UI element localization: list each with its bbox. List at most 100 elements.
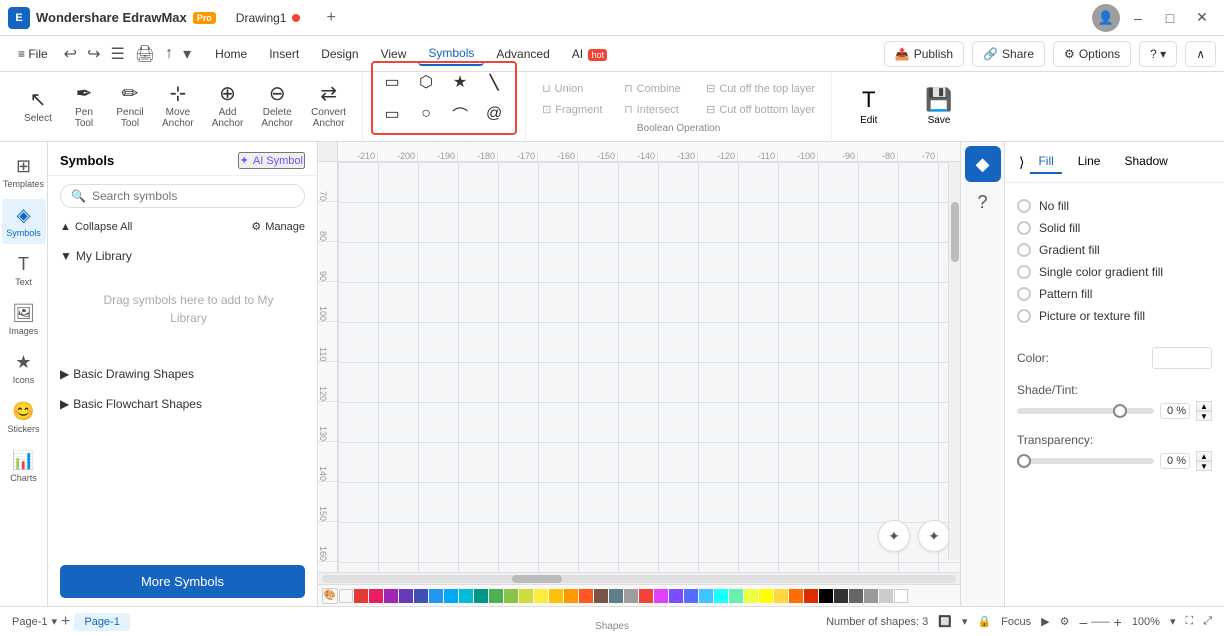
color-swatch[interactable] (414, 589, 428, 603)
file-tab[interactable]: Drawing1 (224, 7, 313, 29)
collapse-panel-button[interactable]: ⟩ (1017, 152, 1026, 173)
fill-single-gradient[interactable]: Single color gradient fill (1017, 261, 1212, 283)
color-swatch[interactable] (429, 589, 443, 603)
basic-drawing-shapes-title[interactable]: ▶ Basic Drawing Shapes (60, 363, 305, 385)
color-swatch[interactable] (804, 589, 818, 603)
collapse-all-button[interactable]: ▲ Collapse All (60, 221, 132, 233)
transparency-decrement[interactable]: ▼ (1196, 461, 1212, 471)
shade-slider-track[interactable] (1017, 408, 1154, 414)
shape-star-button[interactable]: ★ (445, 67, 475, 97)
more-symbols-button[interactable]: More Symbols (60, 565, 305, 598)
color-swatch[interactable] (759, 589, 773, 603)
add-anchor-button[interactable]: ⊕ AddAnchor (204, 80, 252, 133)
vertical-scrollbar[interactable] (948, 162, 960, 560)
color-picker-icon[interactable]: 🎨 (322, 588, 338, 604)
color-swatch[interactable] (789, 589, 803, 603)
fill-panel-button[interactable]: ◆ (965, 146, 1001, 182)
main-canvas[interactable]: ✦ ✦ (338, 162, 960, 572)
history-back-button[interactable]: ↩ (60, 42, 81, 66)
sidebar-item-stickers[interactable]: 😊 Stickers (2, 395, 46, 440)
shape-circle-button[interactable]: ○ (411, 99, 441, 129)
color-swatch[interactable] (384, 589, 398, 603)
transparency-increment[interactable]: ▲ (1196, 451, 1212, 461)
fill-solid[interactable]: Solid fill (1017, 217, 1212, 239)
symbols-search-box[interactable]: 🔍 (60, 184, 305, 208)
intersect-button[interactable]: ⊓ Intersect (616, 100, 696, 119)
new-tab-button[interactable]: + (320, 7, 341, 29)
user-avatar[interactable]: 👤 (1092, 4, 1120, 32)
home-menu[interactable]: Home (205, 43, 257, 65)
color-swatch[interactable] (609, 589, 623, 603)
color-swatch[interactable] (639, 589, 653, 603)
shape-hex-button[interactable]: ⬡ (411, 67, 441, 97)
color-swatch[interactable] (459, 589, 473, 603)
color-swatch[interactable] (819, 589, 833, 603)
color-swatch[interactable] (519, 589, 533, 603)
color-swatch-picker[interactable] (1152, 347, 1212, 369)
color-swatch[interactable] (669, 589, 683, 603)
color-swatch[interactable] (504, 589, 518, 603)
ai-symbol-button[interactable]: ✦ AI Symbol (238, 152, 305, 169)
sidebar-item-templates[interactable]: ⊞ Templates (2, 150, 46, 195)
edit-button[interactable]: T Edit (852, 83, 885, 130)
color-swatch[interactable] (549, 589, 563, 603)
color-swatch[interactable] (564, 589, 578, 603)
color-swatch[interactable] (369, 589, 383, 603)
color-swatch[interactable] (534, 589, 548, 603)
ai-menu[interactable]: AI hot (562, 43, 617, 65)
sidebar-item-text[interactable]: T Text (2, 248, 46, 293)
no-fill-color[interactable] (339, 589, 353, 603)
color-swatch[interactable] (894, 589, 908, 603)
color-swatch[interactable] (579, 589, 593, 603)
options-button[interactable]: ⚙ Options (1053, 41, 1131, 67)
color-swatch[interactable] (699, 589, 713, 603)
close-button[interactable]: ✕ (1188, 4, 1216, 32)
pencil-tool-button[interactable]: ✏ PencilTool (108, 80, 152, 133)
page-setup-button[interactable]: ☰ (106, 42, 128, 66)
search-input[interactable] (92, 189, 294, 203)
shade-increment[interactable]: ▲ (1196, 401, 1212, 411)
color-swatch[interactable] (879, 589, 893, 603)
cut-bottom-button[interactable]: ⊟ Cut off bottom layer (698, 100, 823, 119)
minimize-button[interactable]: – (1124, 4, 1152, 32)
transparency-slider-thumb[interactable] (1017, 454, 1031, 468)
color-swatch[interactable] (444, 589, 458, 603)
file-menu-button[interactable]: ≡ File (8, 43, 58, 65)
color-swatch[interactable] (399, 589, 413, 603)
help-button[interactable]: ? ▾ (1139, 41, 1177, 67)
shape-spiral-button[interactable]: @ (479, 99, 509, 129)
sidebar-item-charts[interactable]: 📊 Charts (2, 444, 46, 489)
shape-line-button[interactable]: ╲ (479, 67, 509, 97)
design-menu[interactable]: Design (311, 43, 368, 65)
export-button[interactable]: ↑ (161, 43, 177, 65)
color-swatch[interactable] (654, 589, 668, 603)
color-swatch[interactable] (594, 589, 608, 603)
union-button[interactable]: ⊔ Union (534, 79, 614, 98)
tab-shadow[interactable]: Shadow (1116, 150, 1175, 174)
fill-gradient[interactable]: Gradient fill (1017, 239, 1212, 261)
sidebar-item-images[interactable]: 🖼 Images (2, 297, 46, 342)
color-swatch[interactable] (744, 589, 758, 603)
h-scrollbar-thumb[interactable] (512, 575, 562, 583)
transparency-slider-track[interactable] (1017, 458, 1154, 464)
shade-decrement[interactable]: ▼ (1196, 411, 1212, 421)
delete-anchor-button[interactable]: ⊖ DeleteAnchor (253, 80, 301, 133)
tab-fill[interactable]: Fill (1030, 150, 1061, 174)
color-swatch[interactable] (489, 589, 503, 603)
help-panel-button[interactable]: ? (965, 184, 1001, 220)
fragment-button[interactable]: ⊡ Fragment (534, 100, 614, 119)
fill-pattern[interactable]: Pattern fill (1017, 283, 1212, 305)
shape-arc-button[interactable]: ⌒ (445, 99, 475, 129)
color-swatch[interactable] (864, 589, 878, 603)
combine-button[interactable]: ⊓ Combine (616, 79, 696, 98)
select-tool-button[interactable]: ↖ Select (16, 86, 60, 128)
collapse-ribbon-button[interactable]: ∧ (1185, 41, 1216, 67)
fill-picture[interactable]: Picture or texture fill (1017, 305, 1212, 327)
manage-button[interactable]: ⚙ Manage (251, 220, 305, 233)
pen-tool-button[interactable]: ✒ PenTool (62, 80, 106, 133)
color-swatch[interactable] (474, 589, 488, 603)
shade-slider-thumb[interactable] (1113, 404, 1127, 418)
convert-anchor-button[interactable]: ⇄ ConvertAnchor (303, 80, 354, 133)
print-button[interactable]: 🖨 (131, 42, 159, 66)
canvas-magic-button[interactable]: ✦ (878, 520, 910, 552)
